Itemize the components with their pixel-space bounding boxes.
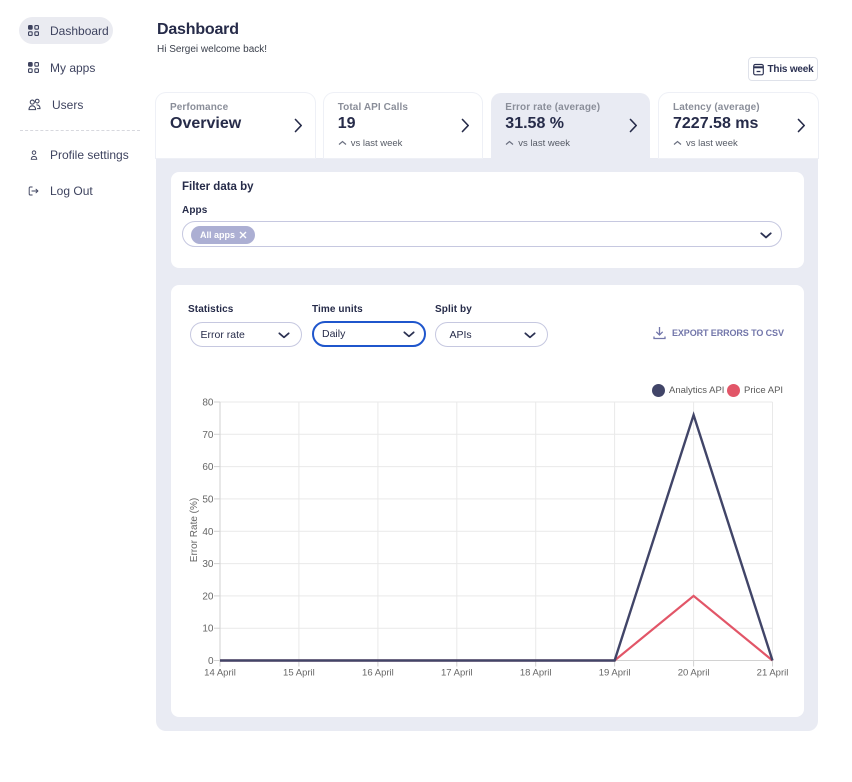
- svg-text:30: 30: [202, 559, 214, 570]
- svg-text:18 April: 18 April: [520, 668, 552, 679]
- svg-text:40: 40: [202, 527, 214, 538]
- svg-text:21 April: 21 April: [757, 668, 789, 679]
- svg-text:15 April: 15 April: [283, 668, 315, 679]
- svg-text:60: 60: [202, 462, 214, 473]
- svg-text:80: 80: [202, 398, 214, 409]
- svg-text:Error Rate (%): Error Rate (%): [189, 498, 200, 562]
- svg-text:50: 50: [202, 494, 214, 505]
- svg-text:20 April: 20 April: [678, 668, 710, 679]
- svg-text:17 April: 17 April: [441, 668, 473, 679]
- svg-text:19 April: 19 April: [599, 668, 631, 679]
- svg-text:20: 20: [202, 591, 214, 602]
- svg-text:0: 0: [208, 656, 214, 667]
- svg-text:70: 70: [202, 430, 214, 441]
- svg-text:10: 10: [202, 624, 214, 635]
- svg-text:16 April: 16 April: [362, 668, 394, 679]
- svg-text:14 April: 14 April: [204, 668, 236, 679]
